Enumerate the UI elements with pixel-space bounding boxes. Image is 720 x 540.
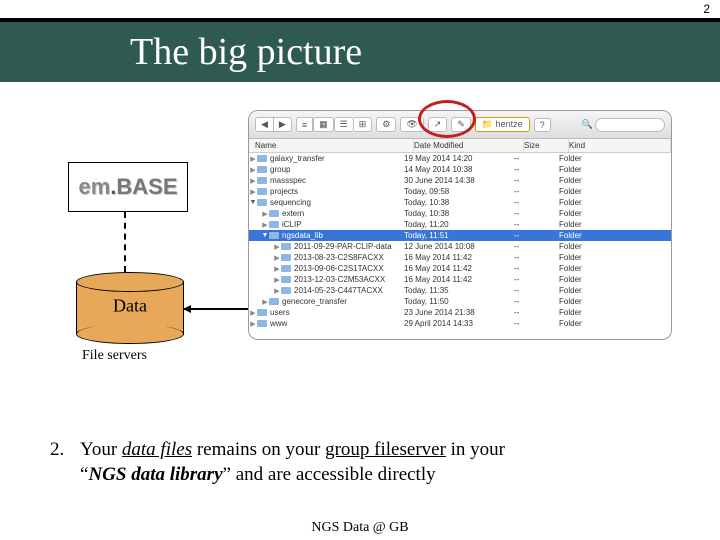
folder-icon bbox=[269, 298, 279, 305]
view-buttons: ≡ ▦ ☰ ⊞ bbox=[296, 117, 372, 132]
col-date[interactable]: Date Modified bbox=[414, 139, 524, 152]
folder-icon bbox=[281, 276, 291, 283]
table-row[interactable]: ▶group14 May 2014 10:38--Folder bbox=[249, 164, 671, 175]
slide-title: The big picture bbox=[130, 30, 362, 74]
folder-icon bbox=[257, 188, 267, 195]
view-cover-button[interactable]: ⊞ bbox=[354, 117, 373, 132]
arrow-connector bbox=[184, 308, 249, 310]
disclosure-triangle-icon[interactable]: ▶ bbox=[261, 221, 269, 229]
folder-chip[interactable]: 📁 hentze bbox=[475, 117, 530, 132]
nav-buttons: ◀ ▶ bbox=[255, 117, 292, 132]
table-row[interactable]: ▶galaxy_transfer19 May 2014 14:20--Folde… bbox=[249, 153, 671, 164]
data-cyl-label: Data bbox=[113, 295, 147, 316]
folder-icon bbox=[269, 232, 279, 239]
dashed-connector bbox=[124, 212, 126, 272]
view-column-button[interactable]: ☰ bbox=[334, 117, 354, 132]
search-input[interactable] bbox=[595, 118, 665, 132]
folder-icon bbox=[281, 287, 291, 294]
disclosure-triangle-icon[interactable]: ▶ bbox=[261, 210, 269, 218]
embase-text: em.BASE bbox=[78, 174, 177, 200]
disclosure-triangle-icon[interactable]: ▶ bbox=[273, 254, 281, 262]
column-header: Name Date Modified Size Kind bbox=[249, 139, 671, 153]
folder-icon bbox=[281, 254, 291, 261]
table-row[interactable]: ▶users23 June 2014 21:38--Folder bbox=[249, 307, 671, 318]
footer: NGS Data @ GB bbox=[0, 520, 720, 536]
table-row[interactable]: ▶2013-08-23-C2S8FACXX16 May 2014 11:42--… bbox=[249, 252, 671, 263]
table-row[interactable]: ▶genecore_transferToday, 11:50--Folder bbox=[249, 296, 671, 307]
body-text: 2.Your data files remains on your group … bbox=[50, 438, 680, 487]
folder-icon bbox=[257, 166, 267, 173]
col-name[interactable]: Name bbox=[249, 139, 414, 152]
table-row[interactable]: ▼ngsdata_libToday, 11:51--Folder bbox=[249, 230, 671, 241]
disclosure-triangle-icon[interactable]: ▶ bbox=[273, 276, 281, 284]
disclosure-triangle-icon[interactable]: ▶ bbox=[249, 188, 257, 196]
folder-icon bbox=[269, 221, 279, 228]
disclosure-triangle-icon[interactable]: ▶ bbox=[249, 320, 257, 328]
search-icon: 🔍 bbox=[582, 119, 593, 130]
help-button[interactable]: ? bbox=[534, 118, 551, 132]
action-button[interactable]: ⚙ bbox=[376, 117, 396, 132]
folder-icon bbox=[257, 177, 267, 184]
folder-icon bbox=[269, 210, 279, 217]
table-row[interactable]: ▶2013-09-06-C2S1TACXX16 May 2014 11:42--… bbox=[249, 263, 671, 274]
back-button[interactable]: ◀ bbox=[255, 117, 274, 132]
search-box: 🔍 bbox=[582, 118, 665, 132]
page-number: 2 bbox=[703, 2, 710, 16]
finder-body: ▶galaxy_transfer19 May 2014 14:20--Folde… bbox=[249, 153, 671, 329]
table-row[interactable]: ▶2014-05-23-C447TACXXToday, 11:35--Folde… bbox=[249, 285, 671, 296]
embase-block: em.BASE bbox=[68, 162, 188, 212]
folder-icon bbox=[281, 243, 291, 250]
disclosure-triangle-icon[interactable]: ▶ bbox=[249, 166, 257, 174]
folder-icon bbox=[257, 309, 267, 316]
table-row[interactable]: ▼sequencingToday, 10:38--Folder bbox=[249, 197, 671, 208]
table-row[interactable]: ▶massspec30 June 2014 14:38--Folder bbox=[249, 175, 671, 186]
folder-icon bbox=[257, 320, 267, 327]
disclosure-triangle-icon[interactable]: ▶ bbox=[261, 298, 269, 306]
disclosure-triangle-icon[interactable]: ▶ bbox=[273, 265, 281, 273]
disclosure-triangle-icon[interactable]: ▼ bbox=[249, 199, 257, 206]
table-row[interactable]: ▶2011-09-29-PAR-CLIP-data12 June 2014 10… bbox=[249, 241, 671, 252]
table-row[interactable]: ▶externToday, 10:38--Folder bbox=[249, 208, 671, 219]
forward-button[interactable]: ▶ bbox=[274, 117, 292, 132]
disclosure-triangle-icon[interactable]: ▶ bbox=[249, 309, 257, 317]
data-cylinder: Data bbox=[76, 272, 184, 344]
disclosure-triangle-icon[interactable]: ▶ bbox=[249, 177, 257, 185]
folder-icon bbox=[281, 265, 291, 272]
file-servers-label: File servers bbox=[82, 348, 147, 364]
title-bar: The big picture bbox=[0, 22, 720, 82]
folder-icon bbox=[257, 155, 267, 162]
folder-icon bbox=[257, 199, 267, 206]
view-icon-button[interactable]: ≡ bbox=[296, 117, 313, 132]
table-row[interactable]: ▶projectsToday, 09:58--Folder bbox=[249, 186, 671, 197]
finder-window: ◀ ▶ ≡ ▦ ☰ ⊞ ⚙ 👁 ↗ ✎ 📁 hentze ? 🔍 Name Da… bbox=[248, 110, 672, 340]
disclosure-triangle-icon[interactable]: ▶ bbox=[249, 155, 257, 163]
disclosure-triangle-icon[interactable]: ▼ bbox=[261, 232, 269, 239]
table-row[interactable]: ▶www29 April 2014 14:33--Folder bbox=[249, 318, 671, 329]
view-list-button[interactable]: ▦ bbox=[313, 117, 334, 132]
col-size[interactable]: Size bbox=[524, 139, 569, 152]
table-row[interactable]: ▶2013-12-03-C2M53ACXX16 May 2014 11:42--… bbox=[249, 274, 671, 285]
table-row[interactable]: ▶iCLIPToday, 11:20--Folder bbox=[249, 219, 671, 230]
red-highlight-circle bbox=[418, 100, 476, 138]
disclosure-triangle-icon[interactable]: ▶ bbox=[273, 243, 281, 251]
col-kind[interactable]: Kind bbox=[569, 139, 671, 152]
disclosure-triangle-icon[interactable]: ▶ bbox=[273, 287, 281, 295]
